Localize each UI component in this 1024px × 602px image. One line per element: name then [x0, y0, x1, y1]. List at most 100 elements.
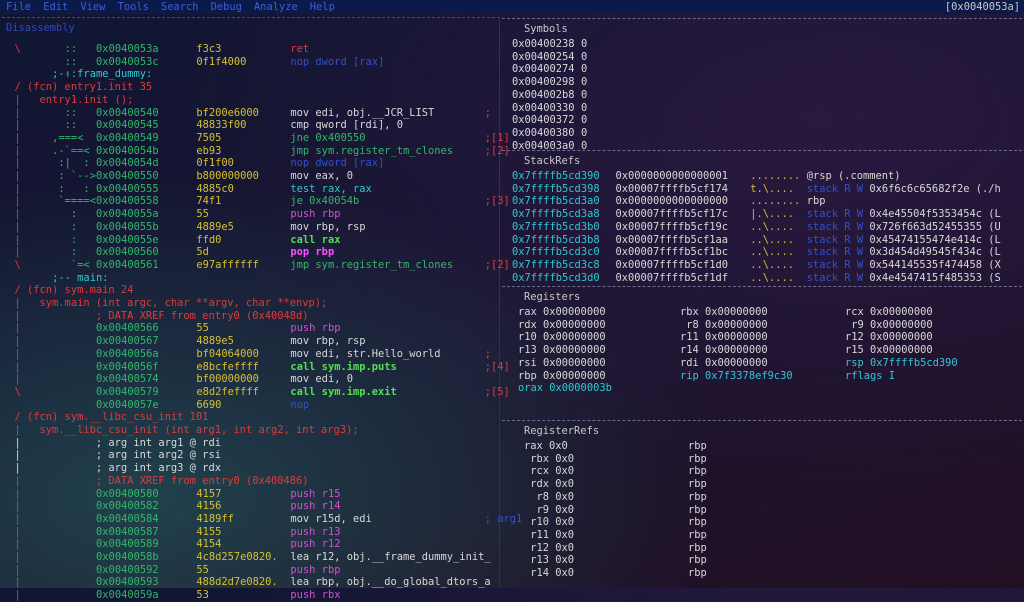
- register-value[interactable]: rbp 0x00000000: [518, 370, 606, 383]
- register-value[interactable]: r13 0x00000000: [518, 344, 606, 357]
- disasm-line[interactable]: \ 0x00400579 e8d2feffff call sym.imp.exit;…: [2, 386, 510, 399]
- disasm-instruction[interactable]: mov rbp, rsp: [290, 221, 365, 234]
- disasm-line[interactable]: | : 0x00400560 5d pop rbp: [2, 246, 498, 259]
- disasm-line[interactable]: | : 0x0040055a 55 push rbp: [2, 208, 498, 221]
- registerref-name[interactable]: r8 0x0: [524, 491, 575, 504]
- registerref-name[interactable]: rax 0x0: [524, 440, 568, 453]
- registerref-name[interactable]: rdx 0x0: [524, 478, 574, 491]
- disasm-address[interactable]: 0x0040053a: [96, 43, 159, 56]
- symbol-row[interactable]: 0x00400372 0: [512, 114, 1012, 127]
- symbol-address[interactable]: 0x00400238: [512, 38, 575, 51]
- registerref-name[interactable]: rbx 0x0: [524, 453, 574, 466]
- registerref-name[interactable]: r11 0x0: [524, 529, 574, 542]
- disasm-address[interactable]: 0x00400587: [96, 526, 159, 539]
- stack-address[interactable]: 0x7ffffb5cd390: [512, 170, 600, 183]
- disasm-line[interactable]: | 0x00400589 4154 push r12: [2, 538, 498, 551]
- stack-address[interactable]: 0x7ffffb5cd3b8: [512, 234, 600, 247]
- disasm-instruction[interactable]: call sym.imp.exit: [290, 386, 396, 399]
- disasm-line[interactable]: | sym.main (int argc, char **argv, char …: [2, 297, 498, 310]
- stack-address[interactable]: 0x7ffffb5cd3a0: [512, 195, 600, 208]
- disasm-address[interactable]: 0x0040055a: [96, 208, 159, 221]
- registers-pane[interactable]: Registers rax 0x00000000 rbx 0x00000000 rc…: [502, 286, 1022, 420]
- register-value[interactable]: r10 0x00000000: [518, 331, 606, 344]
- disasm-line[interactable]: | entry1.init ();: [2, 94, 498, 107]
- disasm-instruction[interactable]: ;-- frame_dummy:: [52, 68, 152, 81]
- symbol-address[interactable]: 0x00400330: [512, 102, 575, 115]
- registerrefs-pane[interactable]: RegisterRefs rax 0x0 rbp rbx 0x0 rbp rcx 0…: [502, 420, 1022, 588]
- stackref-row[interactable]: 0x7ffffb5cd3b0 0x00007ffffb5cf19c ..\.... s…: [512, 221, 1018, 234]
- disasm-instruction[interactable]: push rbx: [290, 589, 340, 602]
- symbol-row[interactable]: 0x00400330 0: [512, 102, 1012, 115]
- disasm-line[interactable]: | : 0x0040055e ffd0 call rax: [2, 234, 498, 247]
- disasm-instruction[interactable]: mov eax, 0: [290, 170, 353, 183]
- disasm-line[interactable]: | 0x00400567 4889e5 mov rbp, rsp: [2, 335, 498, 348]
- disasm-address[interactable]: 0x0040054b: [96, 145, 159, 158]
- disassembly-pane[interactable]: Disassembly \ :: 0x0040053a f3c3 ret :: 0x…: [2, 17, 523, 601]
- disasm-address[interactable]: 0x0040058b: [96, 551, 159, 564]
- disasm-address[interactable]: 0x00400566: [96, 322, 159, 335]
- disasm-address[interactable]: 0x0040056a: [96, 348, 159, 361]
- disasm-instruction[interactable]: lea rbp, obj.__do_global_dtors_a: [290, 576, 490, 589]
- disasm-address[interactable]: 0x00400592: [96, 564, 159, 577]
- disasm-instruction[interactable]: nop dword [rax]: [290, 56, 384, 69]
- register-value[interactable]: rip 0x7f3378ef9c30: [680, 370, 793, 383]
- disasm-address[interactable]: 0x0040055b: [96, 221, 159, 234]
- disasm-address[interactable]: 0x0040055e: [96, 234, 159, 247]
- disasm-instruction[interactable]: push rbp: [290, 564, 340, 577]
- disasm-address[interactable]: 0x00400549: [96, 132, 159, 145]
- disasm-line[interactable]: / (fcn) sym.__libc_csu_init 101: [2, 411, 498, 424]
- symbol-address[interactable]: 0x00400298: [512, 76, 575, 89]
- disasm-instruction[interactable]: push r14: [290, 500, 340, 513]
- symbol-address[interactable]: 0x00400274: [512, 63, 575, 76]
- disasm-address[interactable]: 0x00400582: [96, 500, 159, 513]
- disasm-address[interactable]: 0x00400555: [96, 183, 159, 196]
- disasm-line[interactable]: | : 0x0040055b 4889e5 mov rbp, rsp: [2, 221, 498, 234]
- disasm-line[interactable]: \ :: 0x0040053a f3c3 ret: [2, 43, 498, 56]
- disasm-line[interactable]: \ `=< 0x00400561 e97affffff jmp sym.regist…: [2, 259, 510, 272]
- disasm-address[interactable]: 0x00400584: [96, 513, 159, 526]
- disasm-line[interactable]: | 0x0040056f e8bcfeffff call sym.imp.puts;…: [2, 361, 510, 374]
- disasm-address[interactable]: 0x0040054d: [96, 157, 159, 170]
- symbol-row[interactable]: 0x00400298 0: [512, 76, 1012, 89]
- register-value[interactable]: r15 0x00000000: [845, 344, 933, 357]
- register-value[interactable]: r8 0x00000000: [680, 319, 767, 332]
- menu-item-tools[interactable]: Tools: [118, 1, 149, 13]
- stackref-row[interactable]: 0x7ffffb5cd3c0 0x00007ffffb5cf1bc ..\.... s…: [512, 246, 1018, 259]
- menu-item-edit[interactable]: Edit: [43, 1, 68, 13]
- disasm-line[interactable]: | :| : 0x0040054d 0f1f00 nop dword [rax]: [2, 157, 498, 170]
- disasm-line[interactable]: 0x0040057e 6690 nop: [2, 399, 498, 412]
- symbol-row[interactable]: 0x00400238 0: [512, 38, 1012, 51]
- registerref-name[interactable]: r14 0x0: [524, 567, 574, 580]
- disasm-instruction[interactable]: nop dword [rax]: [290, 157, 384, 170]
- disasm-line[interactable]: | ,===< 0x00400549 7505 jne 0x400550 ;[1]: [2, 132, 510, 145]
- menu-item-analyze[interactable]: Analyze: [254, 1, 298, 13]
- disasm-address[interactable]: 0x0040056f: [96, 361, 159, 374]
- symbol-address[interactable]: 0x004002b8: [512, 89, 575, 102]
- symbol-row[interactable]: 0x00400254 0: [512, 51, 1012, 64]
- menu-item-debug[interactable]: Debug: [211, 1, 242, 13]
- disasm-instruction[interactable]: ret: [290, 43, 309, 56]
- disasm-instruction[interactable]: jmp sym.register_tm_clones: [290, 259, 453, 272]
- disasm-line[interactable]: | ; DATA XREF from entry0 (0x40048d): [2, 310, 498, 323]
- disasm-address[interactable]: 0x00400589: [96, 538, 159, 551]
- disasm-line[interactable]: | 0x0040056a bf04064000 mov edi, str.Hello…: [2, 348, 498, 361]
- disasm-instruction[interactable]: pop rbp: [290, 246, 334, 259]
- disasm-line[interactable]: | 0x00400584 4189ff mov r15d, edi; arg1: [2, 513, 523, 526]
- disasm-line[interactable]: | 0x00400566 55 push rbp: [2, 322, 498, 335]
- disasm-line[interactable]: :: ;-- frame_dummy:: [2, 68, 498, 81]
- disasm-instruction[interactable]: mov edi, str.Hello_world: [290, 348, 440, 361]
- stackref-row[interactable]: 0x7ffffb5cd3d0 0x00007ffffb5cf1df ..\.... s…: [512, 272, 1018, 285]
- register-value[interactable]: rdi 0x00000000: [680, 357, 768, 370]
- disasm-instruction[interactable]: push r13: [290, 526, 340, 539]
- register-value[interactable]: orax 0x0000003b: [518, 382, 612, 395]
- register-value[interactable]: rsi 0x00000000: [518, 357, 606, 370]
- disasm-line[interactable]: :: 0x0040053c 0f1f4000 nop dword [rax]: [2, 56, 498, 69]
- disasm-instruction[interactable]: jne 0x400550: [290, 132, 365, 145]
- disasm-line[interactable]: | : `--> 0x00400550 b800000000 mov eax, 0: [2, 170, 498, 183]
- register-value[interactable]: rdx 0x00000000: [518, 319, 606, 332]
- disasm-instruction[interactable]: call rax: [290, 234, 340, 247]
- disasm-line[interactable]: ;-- main:: [2, 272, 498, 285]
- disasm-address[interactable]: 0x0040053c: [96, 56, 159, 69]
- disasm-line[interactable]: | ; arg int arg1 @ rdi: [2, 437, 498, 450]
- stack-address[interactable]: 0x7ffffb5cd3b0: [512, 221, 600, 234]
